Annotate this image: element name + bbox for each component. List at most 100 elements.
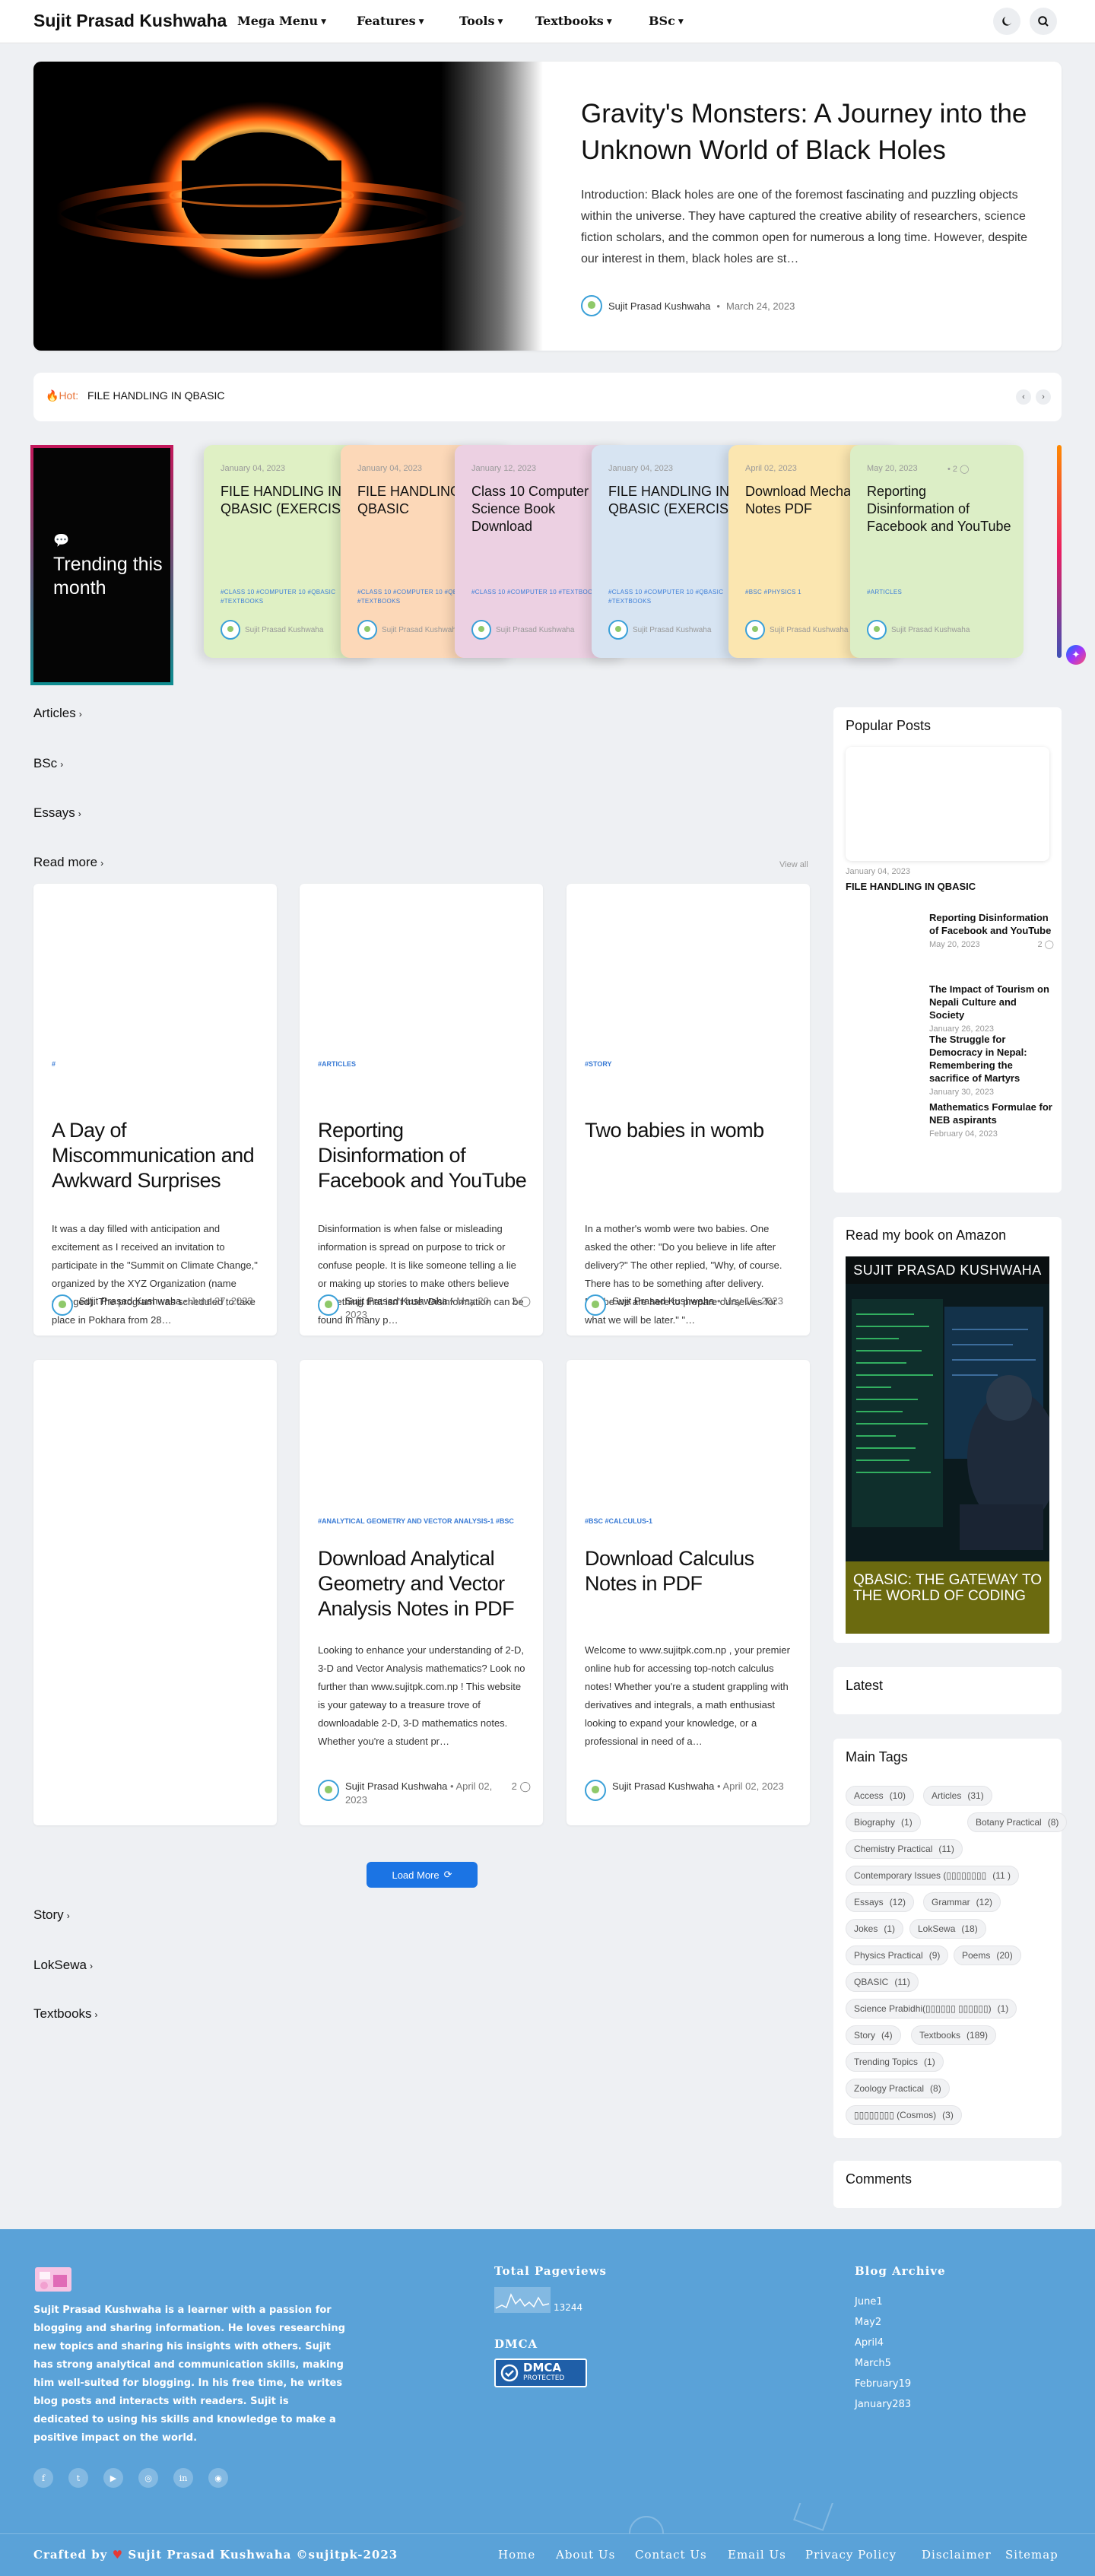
book-cover[interactable]: SUJIT PRASAD KUSHWAHA QBASIC: THE GATEWA…	[846, 1256, 1049, 1634]
ticker-prev-button[interactable]: ‹	[1016, 389, 1031, 405]
post-card[interactable]: #ANALYTICAL GEOMETRY AND VECTOR ANALYSIS…	[300, 1360, 543, 1825]
ticker-next-button[interactable]: ›	[1036, 389, 1051, 405]
popular-thumbnail[interactable]	[846, 1101, 919, 1146]
nav-features[interactable]: Features ▼	[357, 14, 424, 28]
popular-top-thumbnail[interactable]	[846, 747, 1049, 861]
post-title[interactable]: Two babies in womb	[585, 1118, 798, 1143]
author-name[interactable]: Sujit Prasad Kushwaha	[612, 1780, 714, 1792]
author-name[interactable]: Sujit Prasad Kushwaha	[79, 1295, 181, 1307]
popular-item[interactable]: Mathematics Formulae for NEB aspirants Fe…	[929, 1101, 1054, 1141]
post-label[interactable]: #	[52, 1059, 265, 1070]
nav-mega-menu[interactable]: Mega Menu ▼	[237, 14, 326, 28]
footer-link[interactable]: Privacy Policy	[805, 2548, 897, 2562]
view-all-link[interactable]: View all	[779, 860, 808, 869]
tag-chip[interactable]: Grammar (12)	[923, 1892, 1001, 1912]
author-name[interactable]: Sujit Prasad Kushwaha	[608, 300, 710, 312]
author-name[interactable]: Sujit Prasad Kushwaha	[612, 1295, 714, 1307]
tag-chip[interactable]: Essays (12)	[846, 1892, 915, 1912]
post-title[interactable]: Reporting Disinformation of Facebook and…	[318, 1118, 531, 1193]
load-more-button[interactable]: Load More ⟳	[367, 1862, 478, 1888]
tag-chip[interactable]: Chemistry Practical (11)	[846, 1839, 963, 1859]
youtube-icon[interactable]: ▶	[103, 2468, 123, 2488]
tag-chip[interactable]: Contemporary Issues (▯▯▯▯▯▯▯▯ (11 )	[846, 1866, 1020, 1885]
post-card[interactable]: #STORY Two babies in womb In a mother's wo…	[567, 884, 810, 1336]
twitter-icon[interactable]: t	[68, 2468, 88, 2488]
post-title[interactable]: Download Analytical Geometry and Vector …	[318, 1546, 531, 1622]
instagram-icon[interactable]: ◎	[138, 2468, 158, 2488]
archive-item[interactable]: June1	[855, 2296, 883, 2308]
nav-bsc[interactable]: BSc ▼	[649, 14, 684, 28]
post-label[interactable]: #BSC #CALCULUS-1	[585, 1516, 798, 1527]
author-avatar[interactable]	[585, 1780, 606, 1801]
trending-card[interactable]: May 20, 2023 • 2 ◯ Reporting Disinformatio…	[850, 445, 1024, 658]
archive-item[interactable]: May2	[855, 2317, 881, 2328]
tag-chip[interactable]: LokSewa (18)	[909, 1919, 986, 1939]
popular-top-title[interactable]: FILE HANDLING IN QBASIC	[846, 881, 976, 892]
author-avatar[interactable]	[581, 295, 602, 316]
nav-tools[interactable]: Tools ▼	[459, 14, 503, 28]
popular-thumbnail[interactable]	[846, 983, 919, 1028]
post-label[interactable]: #STORY	[585, 1059, 798, 1070]
tag-chip[interactable]: Poems (20)	[954, 1945, 1021, 1965]
rss-icon[interactable]: ◉	[208, 2468, 228, 2488]
section-loksewa[interactable]: LokSewa ›	[33, 1958, 93, 1973]
tag-chip[interactable]: Trending Topics (1)	[846, 2052, 944, 2072]
section-bsc[interactable]: BSc ›	[33, 756, 63, 771]
author-avatar[interactable]	[318, 1780, 339, 1801]
section-essays[interactable]: Essays ›	[33, 805, 81, 821]
footer-link[interactable]: Disclaimer	[922, 2548, 992, 2562]
popular-thumbnail[interactable]	[846, 911, 919, 957]
facebook-icon[interactable]: f	[33, 2468, 53, 2488]
archive-item[interactable]: February19	[855, 2378, 911, 2390]
footer-link[interactable]: Sitemap	[1005, 2548, 1058, 2562]
post-card[interactable]	[33, 1360, 277, 1825]
author-name[interactable]: Sujit Prasad Kushwaha	[345, 1780, 447, 1792]
author-name[interactable]: Sujit Prasad Kushwaha	[345, 1295, 447, 1307]
tag-chip[interactable]: ▯▯▯▯▯▯▯▯ (Cosmos) (3)	[846, 2105, 962, 2125]
tag-chip[interactable]: Botany Practical (8)	[967, 1812, 1068, 1832]
popular-item[interactable]: The Struggle for Democracy in Nepal: Rem…	[929, 1033, 1054, 1099]
popular-item[interactable]: Reporting Disinformation of Facebook and…	[929, 911, 1054, 951]
footer-link[interactable]: Email Us	[728, 2548, 786, 2562]
author-avatar[interactable]	[318, 1294, 339, 1316]
archive-item[interactable]: January283	[855, 2399, 911, 2410]
post-label[interactable]: #ANALYTICAL GEOMETRY AND VECTOR ANALYSIS…	[318, 1516, 531, 1527]
post-card[interactable]: # A Day of Miscommunication and Awkward S…	[33, 884, 277, 1336]
footer-logo[interactable]	[33, 2264, 73, 2293]
post-card[interactable]: #BSC #CALCULUS-1 Download Calculus Notes …	[567, 1360, 810, 1825]
messenger-icon[interactable]: ✦	[1066, 645, 1086, 665]
tag-chip[interactable]: Story (4)	[846, 2025, 901, 2045]
tag-chip[interactable]: Science Prabidhi(▯▯▯▯▯▯ ▯▯▯▯▯▯) (1)	[846, 1999, 1017, 2019]
section-textbooks[interactable]: Textbooks ›	[33, 2006, 98, 2022]
section-articles[interactable]: Articles ›	[33, 706, 82, 721]
tag-chip[interactable]: Textbooks (189)	[911, 2025, 997, 2045]
author-avatar[interactable]	[585, 1294, 606, 1316]
search-button[interactable]	[1030, 8, 1057, 35]
tag-chip[interactable]: Physics Practical (9)	[846, 1945, 949, 1965]
tag-chip[interactable]: Access (10)	[846, 1786, 915, 1806]
tag-chip[interactable]: QBASIC (11)	[846, 1972, 919, 1992]
nav-textbooks[interactable]: Textbooks ▼	[535, 14, 612, 28]
tag-chip[interactable]: Biography (1)	[846, 1812, 921, 1832]
dmca-badge[interactable]: DMCA PROTECTED	[494, 2358, 587, 2387]
tag-chip[interactable]: Zoology Practical (8)	[846, 2079, 950, 2098]
featured-post[interactable]: Gravity's Monsters: A Journey into the U…	[33, 62, 1062, 351]
tag-chip[interactable]: Jokes (1)	[846, 1919, 904, 1939]
footer-link[interactable]: Home	[498, 2548, 535, 2562]
popular-thumbnail[interactable]	[846, 1033, 919, 1078]
tag-chip[interactable]: Articles (31)	[923, 1786, 992, 1806]
popular-item[interactable]: The Impact of Tourism on Nepali Culture …	[929, 983, 1054, 1036]
post-title[interactable]: A Day of Miscommunication and Awkward Su…	[52, 1118, 265, 1193]
post-title[interactable]: Download Calculus Notes in PDF	[585, 1546, 798, 1596]
featured-post-title[interactable]: Gravity's Monsters: A Journey into the U…	[581, 96, 1037, 169]
section-story[interactable]: Story ›	[33, 1907, 70, 1923]
linkedin-icon[interactable]: in	[173, 2468, 193, 2488]
author-avatar[interactable]	[52, 1294, 73, 1316]
footer-link[interactable]: Contact Us	[635, 2548, 707, 2562]
post-card[interactable]: #ARTICLES Reporting Disinformation of Fac…	[300, 884, 543, 1336]
post-label[interactable]: #ARTICLES	[318, 1059, 531, 1070]
archive-item[interactable]: April4	[855, 2337, 884, 2349]
dark-mode-toggle[interactable]	[993, 8, 1020, 35]
site-title[interactable]: Sujit Prasad Kushwaha	[33, 11, 227, 31]
featured-image[interactable]	[33, 62, 543, 351]
